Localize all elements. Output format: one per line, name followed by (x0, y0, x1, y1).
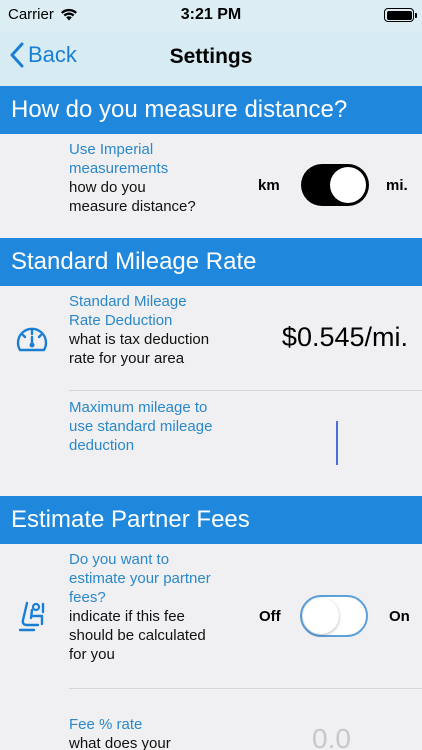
toggle-knob (330, 167, 366, 203)
toggle-knob (303, 598, 339, 634)
partner-fees-text: Do you want to estimate your partner fee… (69, 550, 249, 664)
mileage-rate-desc-1: what is tax deduction (69, 331, 210, 348)
section-header-fees: Estimate Partner Fees (0, 496, 422, 544)
imperial-title-1: Use Imperial (69, 141, 154, 158)
imperial-desc-2: measure distance? (69, 198, 196, 215)
fee-rate-title: Fee % rate (69, 716, 143, 733)
mileage-rate-title-2: Rate Deduction (69, 312, 173, 329)
km-label: km (258, 177, 280, 194)
section-header-mileage: Standard Mileage Rate (0, 238, 422, 286)
imperial-desc-1: how do you (69, 179, 146, 196)
mileage-rate-desc-2: rate for your area (69, 350, 185, 367)
partner-fees-toggle[interactable] (300, 595, 368, 637)
partner-fees-title-1: Do you want to (69, 551, 170, 568)
imperial-text: Use Imperial measurements how do you mea… (69, 140, 244, 216)
off-label: Off (259, 608, 281, 625)
fee-rate-row: Fee % rate what does your 0.0 (0, 689, 422, 750)
max-mileage-text: Maximum mileage to use standard mileage … (69, 398, 269, 455)
partner-fees-desc-1: indicate if this fee (69, 608, 185, 625)
imperial-title-2: measurements (69, 160, 169, 177)
car-seat-icon (18, 601, 45, 632)
partner-fees-title-2: estimate your partner (69, 570, 211, 587)
imperial-setting-row: Use Imperial measurements how do you mea… (0, 134, 422, 238)
fee-rate-text: Fee % rate what does your (69, 715, 244, 750)
max-mileage-title-2: use standard mileage (69, 418, 213, 435)
mileage-rate-value: $0.545/mi. (281, 322, 408, 352)
battery-tip (415, 12, 417, 18)
partner-fees-title-3: fees? (69, 589, 106, 606)
status-bar: Carrier 3:21 PM (0, 0, 422, 32)
battery-icon (384, 8, 417, 22)
nav-bar: Back Settings (0, 32, 422, 86)
max-mileage-row: Maximum mileage to use standard mileage … (0, 391, 422, 494)
max-mileage-title-1: Maximum mileage to (69, 399, 208, 416)
partner-fees-desc-3: for you (69, 646, 115, 663)
partner-fees-row: Do you want to estimate your partner fee… (0, 544, 422, 688)
mileage-rate-title-1: Standard Mileage (69, 293, 187, 310)
mileage-rate-row[interactable]: Standard Mileage Rate Deduction what is … (0, 286, 422, 390)
mi-label: mi. (386, 177, 408, 194)
on-label: On (389, 608, 410, 625)
fee-rate-value[interactable]: 0.0 (312, 723, 351, 750)
partner-fees-desc-2: should be calculated (69, 627, 206, 644)
mileage-rate-text: Standard Mileage Rate Deduction what is … (69, 292, 244, 368)
page-title: Settings (169, 45, 253, 68)
max-mileage-input[interactable] (336, 421, 338, 465)
section-header-distance: How do you measure distance? (0, 86, 422, 134)
battery-fill (386, 10, 412, 20)
fee-rate-desc-1: what does your (69, 735, 171, 750)
imperial-toggle[interactable] (301, 164, 369, 206)
max-mileage-title-3: deduction (69, 437, 135, 454)
speedometer-icon (16, 327, 48, 352)
status-time: 3:21 PM (180, 6, 242, 23)
